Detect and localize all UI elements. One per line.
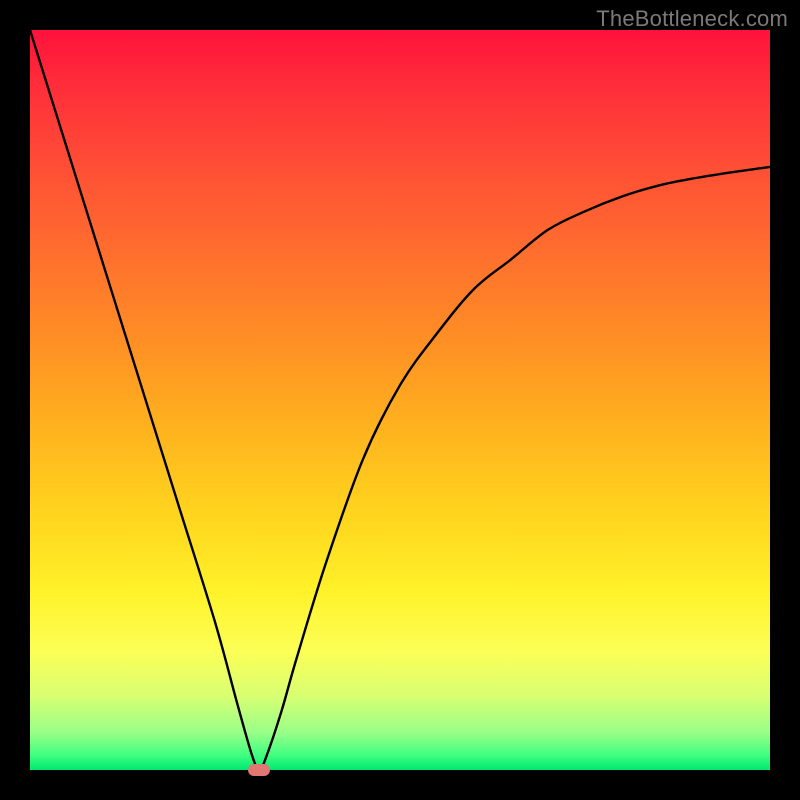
plot-area <box>30 30 770 770</box>
minimum-marker <box>248 764 270 776</box>
bottleneck-curve <box>30 30 770 770</box>
curve-path <box>30 30 770 770</box>
watermark-text: TheBottleneck.com <box>596 6 788 32</box>
chart-frame: TheBottleneck.com <box>0 0 800 800</box>
